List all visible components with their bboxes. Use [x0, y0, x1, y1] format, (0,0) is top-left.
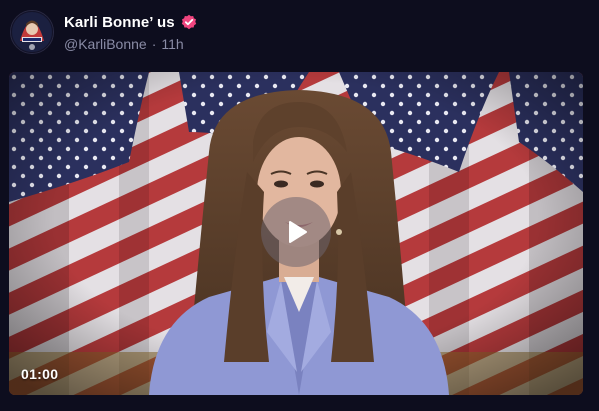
video-duration: 01:00: [21, 366, 59, 382]
name-row: Karli Bonne’ us: [64, 12, 197, 32]
play-icon: [289, 221, 307, 243]
avatar[interactable]: [10, 10, 54, 54]
post-meta: Karli Bonne’ us @KarliBonne · 11h: [64, 12, 197, 52]
handle[interactable]: @KarliBonne: [64, 36, 147, 52]
video-player[interactable]: 01:00: [9, 72, 583, 395]
separator-dot: ·: [151, 36, 157, 52]
avatar-image: [11, 11, 53, 53]
play-button[interactable]: [261, 197, 331, 267]
verified-badge-icon: [181, 14, 196, 30]
display-name[interactable]: Karli Bonne’ us: [64, 14, 175, 31]
handle-row: @KarliBonne · 11h: [64, 36, 197, 52]
post-card[interactable]: Karli Bonne’ us @KarliBonne · 11h 01:00: [0, 0, 599, 411]
post-time[interactable]: 11h: [161, 36, 183, 52]
post-header: Karli Bonne’ us @KarliBonne · 11h: [10, 10, 197, 54]
